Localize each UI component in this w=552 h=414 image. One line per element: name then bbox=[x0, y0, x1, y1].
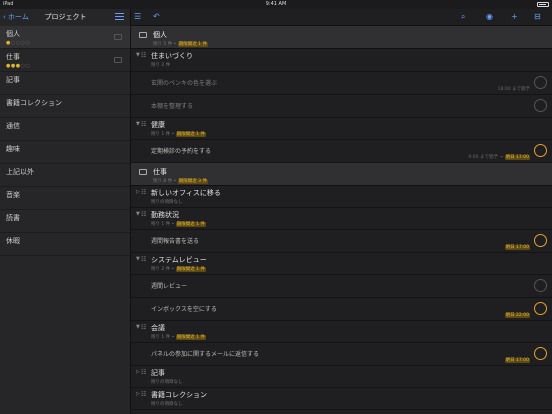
project-icon: ☷ bbox=[141, 391, 147, 398]
sidebar-item-communication[interactable]: 通信 bbox=[0, 118, 130, 141]
project-icon: ☷ bbox=[141, 369, 147, 376]
sidebar-item-reading[interactable]: 読書 bbox=[0, 210, 130, 233]
task-row[interactable]: 週間報告書を送る 明日 17:00 bbox=[131, 230, 552, 253]
sidebar-item-other[interactable]: 上記以外 bbox=[0, 164, 130, 187]
task-row[interactable]: 本棚を整理する bbox=[131, 95, 552, 118]
list-icon[interactable] bbox=[115, 13, 124, 21]
status-time: 9:41 AM bbox=[265, 1, 287, 7]
disclosure-triangle-icon[interactable]: ▷ bbox=[136, 369, 140, 375]
folder-section-work[interactable]: 仕事 残り 8 件 • 期限間近 3 件 bbox=[131, 163, 552, 186]
main-outline: ☰ ↶ ⌕ ◉ + ⊟ 個人 残り 5 件 • 期限間近 1 件 ▼ ☷ 住まい… bbox=[131, 9, 552, 414]
task-row[interactable]: 定期検診の予約をする 9:00 まで猶予 → 明日 17:00 bbox=[131, 140, 552, 163]
folder-icon bbox=[139, 32, 147, 38]
status-bar: iPad 9:41 AM bbox=[0, 0, 552, 9]
project-icon: ☷ bbox=[141, 189, 147, 196]
project-row[interactable]: ▼ ☷ 勤務状況 残り 1 件 • 期限間近 1 件 bbox=[131, 208, 552, 230]
project-row[interactable]: ▼ ☷ 健康 残り 1 件 • 期限間近 1 件 bbox=[131, 118, 552, 140]
disclosure-triangle-icon[interactable]: ▼ bbox=[136, 324, 140, 330]
toolbar: ☰ ↶ ⌕ ◉ + ⊟ bbox=[131, 9, 552, 26]
plus-icon[interactable]: + bbox=[511, 12, 518, 22]
project-icon: ☷ bbox=[141, 256, 147, 263]
project-row[interactable]: ▷ ☷ 新しいオフィスに移る 残りの項目なし bbox=[131, 186, 552, 208]
project-icon: ☷ bbox=[141, 324, 147, 331]
disclosure-triangle-icon[interactable]: ▷ bbox=[136, 189, 140, 195]
task-row[interactable]: 週間レビュー bbox=[131, 275, 552, 298]
disclosure-triangle-icon[interactable]: ▼ bbox=[136, 121, 140, 127]
sidebar-item-personal[interactable]: 個人 ●○○○○ bbox=[0, 26, 130, 49]
folder-icon bbox=[139, 169, 147, 175]
sidebar-item-work[interactable]: 仕事 ●●●○○ bbox=[0, 49, 130, 72]
project-icon: ☷ bbox=[141, 211, 147, 218]
disclosure-triangle-icon[interactable]: ▼ bbox=[136, 52, 140, 58]
project-icon: ☷ bbox=[141, 121, 147, 128]
sidebar-item-articles[interactable]: 記事 bbox=[0, 72, 130, 95]
outline-icon[interactable]: ☰ bbox=[134, 12, 141, 22]
task-row[interactable]: インボックスを空にする 明日 22:00 bbox=[131, 298, 552, 321]
disclosure-triangle-icon[interactable]: ▷ bbox=[136, 391, 140, 397]
task-row[interactable]: 玄関のペンキの色を選ぶ 18:00 まで猶予 bbox=[131, 72, 552, 95]
project-row[interactable]: ▼ ☷ システムレビュー 残り 2 件 • 期限間近 1 件 bbox=[131, 253, 552, 275]
checkbox-circle-icon[interactable] bbox=[534, 279, 547, 292]
checkbox-circle-icon[interactable] bbox=[534, 99, 547, 112]
inbox-icon[interactable]: ⊟ bbox=[534, 12, 541, 22]
sidebar-item-vacation[interactable]: 休暇 bbox=[0, 233, 130, 256]
sidebar-header: ‹ ホーム プロジェクト bbox=[0, 9, 130, 26]
project-row[interactable]: ▷ ☷ 記事 残りの項目なし bbox=[131, 366, 552, 388]
disclosure-triangle-icon[interactable]: ▼ bbox=[136, 256, 140, 262]
sidebar-item-hobby[interactable]: 趣味 bbox=[0, 141, 130, 164]
folder-section-personal[interactable]: 個人 残り 5 件 • 期限間近 1 件 bbox=[131, 26, 552, 49]
battery-icon bbox=[537, 2, 549, 7]
sidebar-item-book-collection[interactable]: 書籍コレクション bbox=[0, 95, 130, 118]
disclosure-triangle-icon[interactable]: ▼ bbox=[136, 211, 140, 217]
search-icon[interactable]: ⌕ bbox=[461, 12, 465, 22]
task-row[interactable]: パネルの参加に関するメールに返信する 明日 17:00 bbox=[131, 343, 552, 366]
checkbox-circle-icon[interactable] bbox=[534, 234, 547, 247]
project-row[interactable]: ▼ ☷ 住まいづくり 残り 2 件 bbox=[131, 49, 552, 72]
sidebar-item-music[interactable]: 音楽 bbox=[0, 187, 130, 210]
folder-icon bbox=[114, 57, 122, 63]
undo-icon[interactable]: ↶ bbox=[153, 12, 160, 22]
checkbox-circle-icon[interactable] bbox=[534, 76, 547, 89]
progress-dots: ●●●○○ bbox=[6, 63, 31, 69]
checkbox-circle-icon[interactable] bbox=[534, 144, 547, 157]
app-window: iPad 9:41 AM ‹ ホーム プロジェクト 個人 ●○○○○ 仕事 ●●… bbox=[0, 0, 552, 414]
checkbox-circle-icon[interactable] bbox=[534, 347, 547, 360]
folder-icon bbox=[114, 34, 122, 40]
checkbox-circle-icon[interactable] bbox=[534, 302, 547, 315]
project-icon: ☷ bbox=[141, 52, 147, 59]
project-sidebar: ‹ ホーム プロジェクト 個人 ●○○○○ 仕事 ●●●○○ 記事 書籍コレクシ… bbox=[0, 9, 131, 414]
progress-dots: ●○○○○ bbox=[6, 40, 31, 46]
project-row[interactable]: ▷ ☷ 書籍コレクション 残りの項目なし bbox=[131, 388, 552, 410]
eye-icon[interactable]: ◉ bbox=[486, 12, 493, 22]
project-row[interactable]: ▼ ☷ 会議 残り 1 件 • 期限間近 1 件 bbox=[131, 321, 552, 343]
sidebar-title: プロジェクト bbox=[44, 13, 87, 21]
